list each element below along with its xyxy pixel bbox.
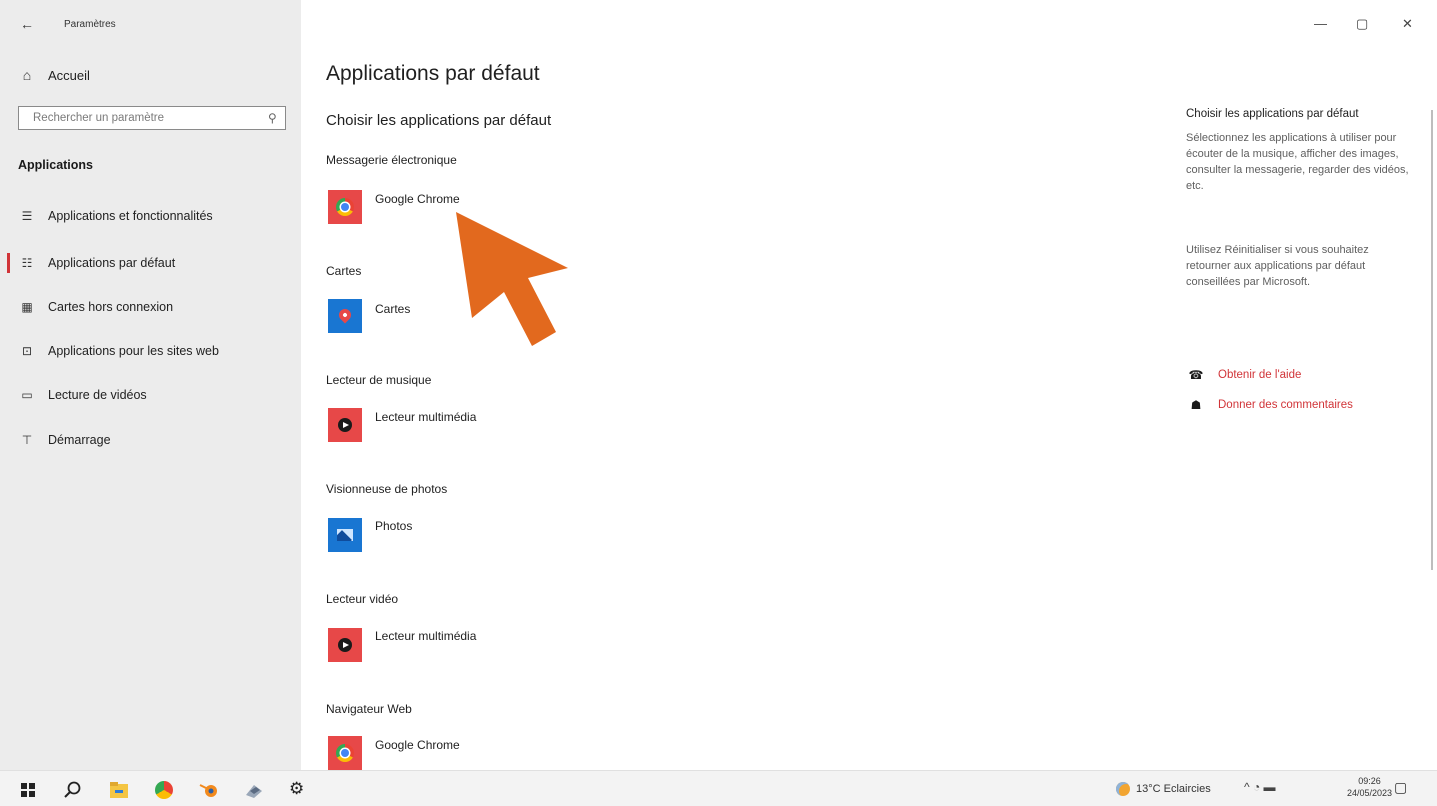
category-label: Visionneuse de photos [326,482,448,496]
clock[interactable]: 09:26 24/05/2023 [1347,775,1392,799]
default-app-photos[interactable]: Photos [375,519,412,533]
default-app-browser[interactable]: Google Chrome [375,738,460,752]
chrome-taskbar-icon[interactable] [155,781,173,799]
media-player-icon[interactable] [328,628,362,662]
clock-date: 24/05/2023 [1347,788,1393,798]
media-player-icon[interactable] [328,408,362,442]
section-title: Applications [18,158,94,172]
sidebar-item-label: Démarrage [48,433,111,447]
notification-icon[interactable]: ▢ [1394,779,1407,796]
default-app-maps[interactable]: Cartes [375,302,410,316]
page-title: Applications par défaut [326,62,540,85]
chrome-icon[interactable] [328,736,362,770]
list-icon: ☰ [21,209,33,223]
get-help-link[interactable]: ☎ Obtenir de l'aide [1186,368,1302,382]
apps-websites-icon: ⊡ [21,344,33,358]
weather-icon [1116,782,1130,796]
get-help-label: Obtenir de l'aide [1218,369,1302,381]
feedback-link[interactable]: ☗ Donner des commentaires [1186,398,1353,412]
clock-time: 09:26 [1358,776,1381,786]
maximize-icon[interactable]: ▢ [1356,16,1368,32]
play-logo [338,418,352,432]
video-playback-icon: ▭ [21,388,33,402]
sidebar-item-apps-websites[interactable]: ⊡ Applications pour les sites web [18,344,219,358]
category-label: Lecteur de musique [326,373,432,387]
help-text-2: Utilisez Réinitialiser si vous souhaitez… [1186,244,1369,288]
play-logo [338,638,352,652]
category-label: Navigateur Web [326,702,412,716]
search-icon[interactable]: ⚲ [268,111,277,125]
back-arrow-icon[interactable]: ← [20,16,34,32]
start-icon[interactable] [21,783,35,797]
system-tray-icons[interactable]: ^ ◔ ▬ [1244,780,1276,794]
minimize-icon[interactable]: — [1314,16,1327,31]
weather-widget[interactable]: 13°C Eclaircies [1116,782,1211,796]
sidebar-item-startup[interactable]: ⊤ Démarrage [18,433,111,447]
category-label: Lecteur vidéo [326,592,399,606]
search-placeholder: Rechercher un paramètre [33,112,165,124]
maps-icon[interactable] [328,299,362,333]
help-icon: ☎ [1188,368,1204,382]
help-text-1: Sélectionnez les applications à utiliser… [1186,132,1409,192]
sidebar-item-label: Lecture de vidéos [48,388,147,402]
blender-icon[interactable] [199,781,219,799]
feedback-icon: ☗ [1190,398,1202,412]
photos-icon[interactable] [328,518,362,552]
window-title: Paramètres [64,19,116,30]
default-app-music[interactable]: Lecteur multimédia [375,410,476,424]
weather-text: 13°C Eclaircies [1136,783,1211,795]
default-app-video[interactable]: Lecteur multimédia [375,629,476,643]
chrome-logo [336,744,354,762]
page-subtitle: Choisir les applications par défaut [326,112,552,129]
chrome-icon[interactable] [328,190,362,224]
pointer-arrow-icon [456,212,568,346]
active-indicator [7,253,10,273]
sidebar-item-label: Applications par défaut [48,256,176,270]
sidebar-item-apps-features[interactable]: ☰ Applications et fonctionnalités [18,209,213,223]
sidebar-item-offline-maps[interactable]: ▦ Cartes hors connexion [18,300,173,314]
sidebar: ← Paramètres ⌂ Accueil Rechercher un par… [0,0,301,770]
sidebar-item-video-playback[interactable]: ▭ Lecture de vidéos [18,388,147,402]
sidebar-item-default-apps[interactable]: ☷ Applications par défaut [18,256,176,270]
sidebar-item-label: Cartes hors connexion [48,300,174,314]
home-icon: ⌂ [22,67,32,83]
sidebar-item-label: Applications pour les sites web [48,344,219,358]
chrome-logo [336,198,354,216]
close-icon[interactable]: ✕ [1402,16,1413,32]
search-input[interactable]: Rechercher un paramètre ⚲ [18,106,286,130]
help-title: Choisir les applications par défaut [1186,108,1359,120]
settings-gear-icon[interactable]: ⚙ [289,779,304,799]
home-label: Accueil [48,67,90,83]
startup-icon: ⊤ [21,433,33,447]
default-apps-icon: ☷ [21,256,33,270]
offline-maps-icon: ▦ [21,300,33,314]
scrollbar[interactable] [1431,110,1433,570]
feedback-label: Donner des commentaires [1218,399,1353,411]
taskbar: ⚙ 13°C Eclaircies ^ ◔ ▬ 09:26 24/05/2023… [0,770,1437,806]
pin-logo [336,306,354,323]
sidebar-item-label: Applications et fonctionnalités [48,209,213,223]
photo-logo [337,529,353,541]
home-link[interactable]: ⌂ Accueil [18,67,90,83]
category-label: Messagerie électronique [326,153,457,167]
category-label: Cartes [326,264,362,278]
printer-app-icon[interactable] [244,781,264,799]
file-explorer-icon[interactable] [110,782,128,798]
search-icon[interactable] [64,781,82,799]
